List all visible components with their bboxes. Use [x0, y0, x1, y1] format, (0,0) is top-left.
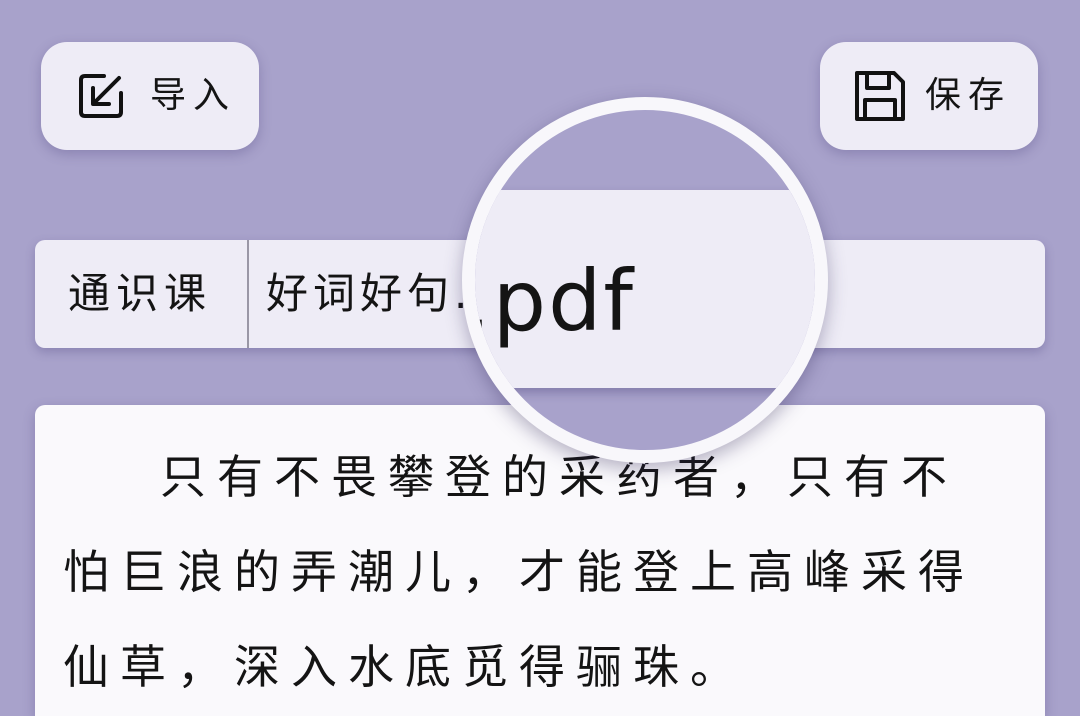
magnified-filename: 好词好句.pdf: [464, 252, 635, 350]
editor-line: 只有不畏攀登的采药者，只有不: [160, 450, 958, 504]
magnifier-lens: 好词好句.pdf: [462, 97, 828, 463]
save-icon: [852, 68, 908, 124]
magnified-file-bar: 好词好句.pdf: [464, 190, 815, 388]
editor-line: 仙草，深入水底觅得骊珠。: [63, 640, 747, 694]
text-editor[interactable]: 只有不畏攀登的采药者，只有不 怕巨浪的弄潮儿，才能登上高峰采得 仙草，深入水底觅…: [35, 405, 1045, 716]
save-button-label: 保存: [925, 75, 1012, 116]
import-button-label: 导入: [150, 75, 237, 116]
save-button[interactable]: 保存: [820, 42, 1038, 150]
category-label[interactable]: 通识课: [35, 273, 247, 315]
import-button[interactable]: 导入: [41, 42, 259, 150]
editor-line: 怕巨浪的弄潮儿，才能登上高峰采得: [63, 545, 975, 599]
import-icon: [76, 71, 126, 121]
